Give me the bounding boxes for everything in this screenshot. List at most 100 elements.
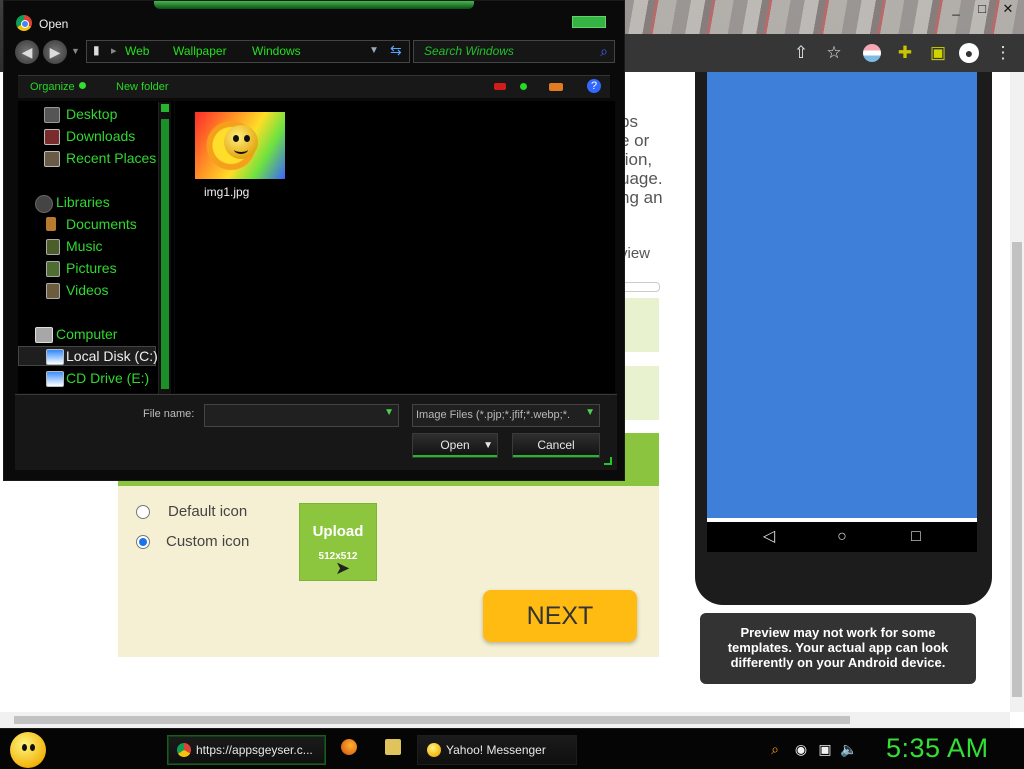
- nav-item-videos[interactable]: Videos: [18, 281, 158, 301]
- view-options-icon[interactable]: [494, 83, 506, 90]
- open-button[interactable]: Open ▼: [412, 433, 498, 458]
- partial-input-field[interactable]: [620, 282, 660, 292]
- navigation-pane-scroll-thumb[interactable]: [161, 119, 169, 389]
- chrome-icon: [177, 743, 191, 757]
- folder-icon[interactable]: [385, 739, 401, 755]
- nav-item-recent-places[interactable]: Recent Places: [18, 149, 158, 169]
- nav-item-music[interactable]: Music: [18, 237, 158, 257]
- music-library-icon: [46, 239, 60, 255]
- search-icon[interactable]: ⌕: [766, 740, 784, 758]
- profile-chip-icon[interactable]: [863, 44, 881, 62]
- downloads-folder-icon: [44, 129, 60, 145]
- dialog-control-bar[interactable]: [572, 16, 606, 28]
- upload-label: Upload: [312, 523, 364, 540]
- nav-item-documents[interactable]: Documents: [18, 215, 158, 235]
- nav-item-computer[interactable]: Computer: [18, 325, 158, 345]
- start-button[interactable]: [10, 732, 46, 768]
- organize-indicator-icon: [79, 82, 86, 89]
- minimize-button[interactable]: _: [946, 2, 966, 16]
- page-vertical-scrollbar[interactable]: [1010, 72, 1024, 712]
- nav-item-local-disk[interactable]: Local Disk (C:): [18, 347, 158, 367]
- breadcrumb-wallpaper[interactable]: Wallpaper: [173, 44, 227, 58]
- partial-description-line: uage.: [620, 169, 663, 188]
- mouth: [234, 145, 248, 154]
- address-dropdown-icon[interactable]: ▼: [369, 45, 379, 56]
- file-name-label: File name:: [143, 408, 195, 420]
- search-placeholder: Search Windows: [424, 44, 514, 58]
- nav-item-pictures[interactable]: Pictures: [18, 259, 158, 279]
- pictures-library-icon: [46, 261, 60, 277]
- phone-navigation-bar: ◁ ○ □: [707, 522, 977, 552]
- refresh-icon[interactable]: ⇆: [390, 42, 402, 59]
- address-bar[interactable]: ▮ ▸ Web Wallpaper Windows ▼ ⇆: [86, 40, 410, 63]
- recent-places-icon: [44, 151, 60, 167]
- maximize-button[interactable]: □: [972, 2, 992, 16]
- partial-description-line: ng an: [620, 188, 663, 207]
- videos-library-icon: [46, 283, 60, 299]
- file-name-label[interactable]: img1.jpg: [204, 185, 249, 199]
- preview-pane-icon[interactable]: [549, 83, 563, 91]
- default-icon-radio[interactable]: [136, 505, 150, 519]
- upload-icon-button[interactable]: Upload 512x512 ➤: [299, 503, 377, 581]
- chevron-down-icon[interactable]: ▼: [483, 434, 493, 457]
- nav-item-cd-drive[interactable]: CD Drive (E:): [18, 369, 158, 389]
- new-folder-button[interactable]: New folder: [116, 81, 169, 93]
- firefox-icon[interactable]: [341, 739, 357, 755]
- more-icon[interactable]: ⋮: [992, 42, 1014, 64]
- dialog-command-bar: Organize New folder ?: [18, 75, 610, 99]
- navigation-pane-scrollbar[interactable]: [158, 102, 171, 394]
- page-horizontal-scroll-thumb[interactable]: [14, 716, 850, 724]
- phone-preview: ◁ ○ □: [695, 72, 992, 605]
- nav-item-desktop[interactable]: Desktop: [18, 105, 158, 125]
- resize-grip-icon[interactable]: [604, 457, 612, 465]
- network-icon[interactable]: ▣: [816, 740, 834, 758]
- custom-icon-radio[interactable]: [136, 535, 150, 549]
- page-horizontal-scrollbar[interactable]: [0, 712, 1010, 728]
- breadcrumb-windows[interactable]: Windows: [252, 44, 301, 58]
- breadcrumb-web[interactable]: Web: [125, 44, 149, 58]
- local-disk-icon: [46, 349, 64, 365]
- star-icon[interactable]: ☆: [823, 42, 845, 64]
- browser-toolbar: ⇧ ☆ ✚ ▣ ● ⋮: [620, 34, 1024, 72]
- file-name-dropdown-icon[interactable]: ▼: [384, 407, 394, 418]
- window-controls: _ □ ✕: [946, 2, 1018, 16]
- navigation-pane: Desktop Downloads Recent Places Librarie…: [18, 101, 174, 393]
- back-nav-icon: ◁: [762, 528, 776, 545]
- system-clock[interactable]: 5:35 AM: [886, 733, 989, 764]
- share-icon[interactable]: ⇧: [790, 42, 812, 64]
- file-name-input[interactable]: ▼: [204, 404, 399, 427]
- organize-menu[interactable]: Organize: [30, 81, 75, 93]
- open-button-label: Open: [440, 438, 470, 452]
- file-type-select[interactable]: Image Files (*.pjp;*.jfif;*.webp;*. ▼: [412, 404, 600, 427]
- search-icon[interactable]: ⌕: [600, 43, 608, 60]
- dialog-bottom-panel: File name: ▼ Image Files (*.pjp;*.jfif;*…: [15, 394, 617, 470]
- extensions-icon[interactable]: ✚: [894, 42, 916, 64]
- forward-button[interactable]: ▶: [43, 40, 67, 64]
- taskbar-yahoo-messenger[interactable]: Yahoo! Messenger: [417, 735, 577, 765]
- sidebar-icon[interactable]: ▣: [927, 42, 949, 64]
- view-dropdown-icon[interactable]: [520, 83, 527, 90]
- cancel-button[interactable]: Cancel: [512, 433, 600, 458]
- nav-item-libraries[interactable]: Libraries: [18, 193, 158, 213]
- chrome-icon: [16, 15, 32, 31]
- breadcrumb-separator-icon: ▸: [111, 45, 117, 57]
- search-input[interactable]: Search Windows ⌕: [413, 40, 615, 63]
- image-file-thumbnail[interactable]: [195, 112, 285, 179]
- scroll-up-button[interactable]: [161, 104, 169, 112]
- nav-item-downloads[interactable]: Downloads: [18, 127, 158, 147]
- taskbar: https://appsgeyser.c... Yahoo! Messenger…: [0, 728, 1024, 769]
- recent-locations-icon[interactable]: ▼: [71, 46, 80, 56]
- volume-icon[interactable]: 🔈: [840, 740, 858, 758]
- phone-screen: [707, 72, 977, 522]
- cd-drive-icon: [46, 371, 64, 387]
- back-button[interactable]: ◀: [15, 40, 39, 64]
- taskbar-chrome-window[interactable]: https://appsgeyser.c...: [167, 735, 326, 765]
- file-type-dropdown-icon[interactable]: ▼: [585, 407, 595, 418]
- status-icon[interactable]: ◉: [792, 740, 810, 758]
- page-vertical-scroll-thumb[interactable]: [1012, 242, 1022, 697]
- smiley-character-image: [224, 125, 258, 159]
- next-button[interactable]: NEXT: [483, 590, 637, 642]
- help-button[interactable]: ?: [587, 79, 601, 93]
- close-button[interactable]: ✕: [998, 2, 1018, 16]
- avatar-icon[interactable]: ●: [959, 43, 979, 63]
